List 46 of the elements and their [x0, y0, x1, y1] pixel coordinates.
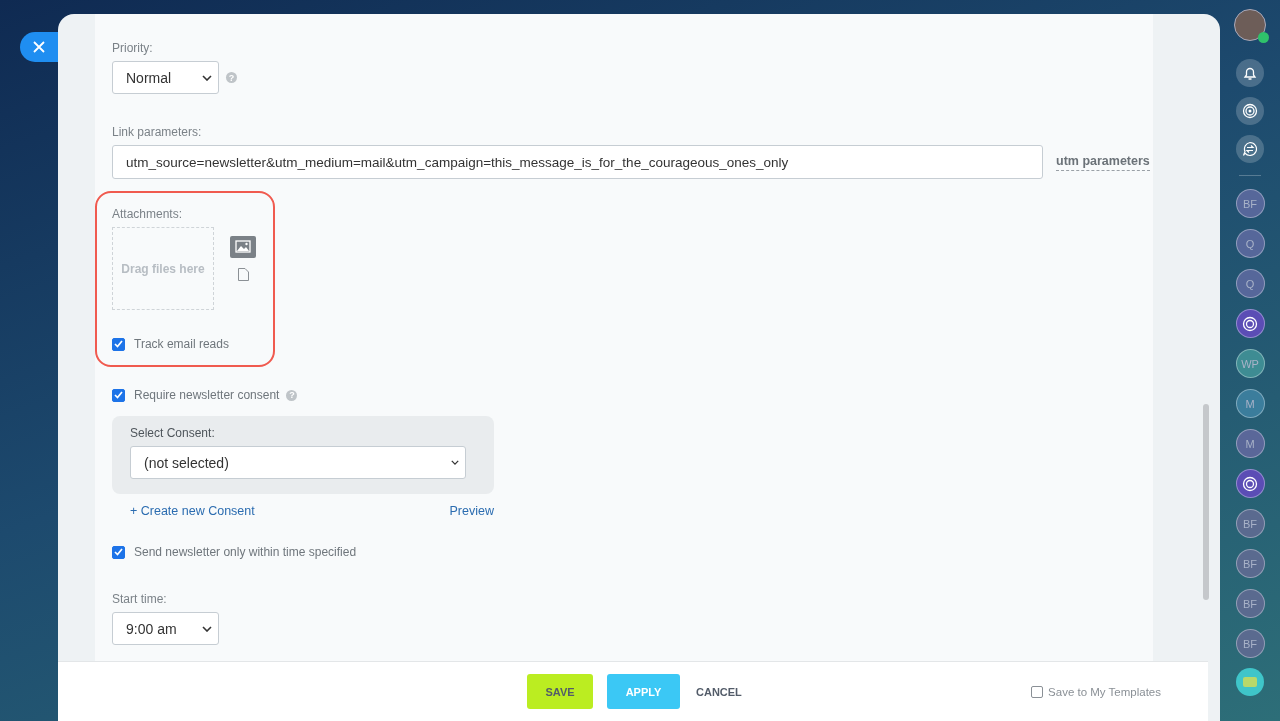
chat-swap-icon[interactable] — [1236, 135, 1264, 163]
chevron-icon — [451, 460, 459, 465]
start-time-label: Start time: — [112, 592, 167, 606]
checkmark-icon — [114, 391, 123, 399]
create-consent-link[interactable]: + Create new Consent — [130, 504, 255, 518]
chevron-icon — [202, 74, 212, 81]
contact-avatar[interactable]: WP — [1235, 349, 1265, 378]
contact-avatar[interactable]: BF — [1235, 629, 1265, 658]
close-icon — [33, 41, 45, 53]
scrollbar-thumb[interactable] — [1203, 404, 1209, 600]
contact-avatar[interactable]: BF — [1235, 549, 1265, 578]
save-template-checkbox[interactable]: Save to My Templates — [1031, 685, 1161, 698]
image-icon[interactable] — [230, 236, 256, 258]
priority-select[interactable]: Normal — [112, 61, 219, 94]
cancel-button[interactable]: CANCEL — [694, 674, 744, 709]
close-button[interactable] — [20, 32, 58, 62]
select-consent-label: Select Consent: — [130, 426, 216, 440]
start-time-select[interactable]: 9:00 am — [112, 612, 219, 645]
contact-avatar[interactable]: BF — [1235, 509, 1265, 538]
attachments-label: Attachments: — [112, 207, 184, 221]
preview-link[interactable]: Preview — [449, 504, 494, 518]
avatar[interactable] — [1234, 9, 1266, 41]
chevron-icon — [202, 625, 212, 632]
contact-avatar[interactable]: M — [1235, 429, 1265, 458]
apply-button[interactable]: APPLY — [607, 674, 680, 709]
contact-avatar[interactable]: BF — [1235, 189, 1265, 218]
time-limit-checkbox[interactable]: Send newsletter only within time specified — [112, 545, 357, 559]
file-drop-zone[interactable]: Drag files here — [112, 227, 214, 310]
link-parameters-field[interactable]: utm_source=newsletter&utm_medium=mail&utm_campaign=this_message_is_for_the_courageous_ones_only — [112, 145, 1043, 179]
contact-avatar[interactable]: M — [1235, 389, 1265, 418]
utm-parameters-link[interactable]: utm parameters — [1056, 153, 1150, 171]
track-email-reads-checkbox[interactable]: Track email reads — [112, 337, 273, 351]
priority-label: Priority: — [112, 41, 153, 55]
require-consent-checkbox[interactable]: Require newsletter consent — [112, 388, 280, 402]
document-icon[interactable] — [237, 268, 249, 281]
checkmark-icon — [114, 340, 123, 348]
contact-avatar[interactable]: Q — [1235, 269, 1265, 298]
link-parameters-label: Link parameters: — [112, 125, 202, 139]
contact-avatar[interactable]: Q — [1235, 229, 1265, 258]
help-badge[interactable]: ? — [226, 72, 237, 83]
bell-icon[interactable] — [1236, 59, 1264, 87]
help-badge[interactable]: ? — [286, 389, 298, 401]
save-button[interactable]: SAVE — [527, 674, 593, 709]
contact-avatar[interactable]: BF — [1235, 589, 1265, 618]
consent-select[interactable]: (not selected) — [130, 446, 466, 479]
checkmark-icon — [114, 548, 123, 556]
